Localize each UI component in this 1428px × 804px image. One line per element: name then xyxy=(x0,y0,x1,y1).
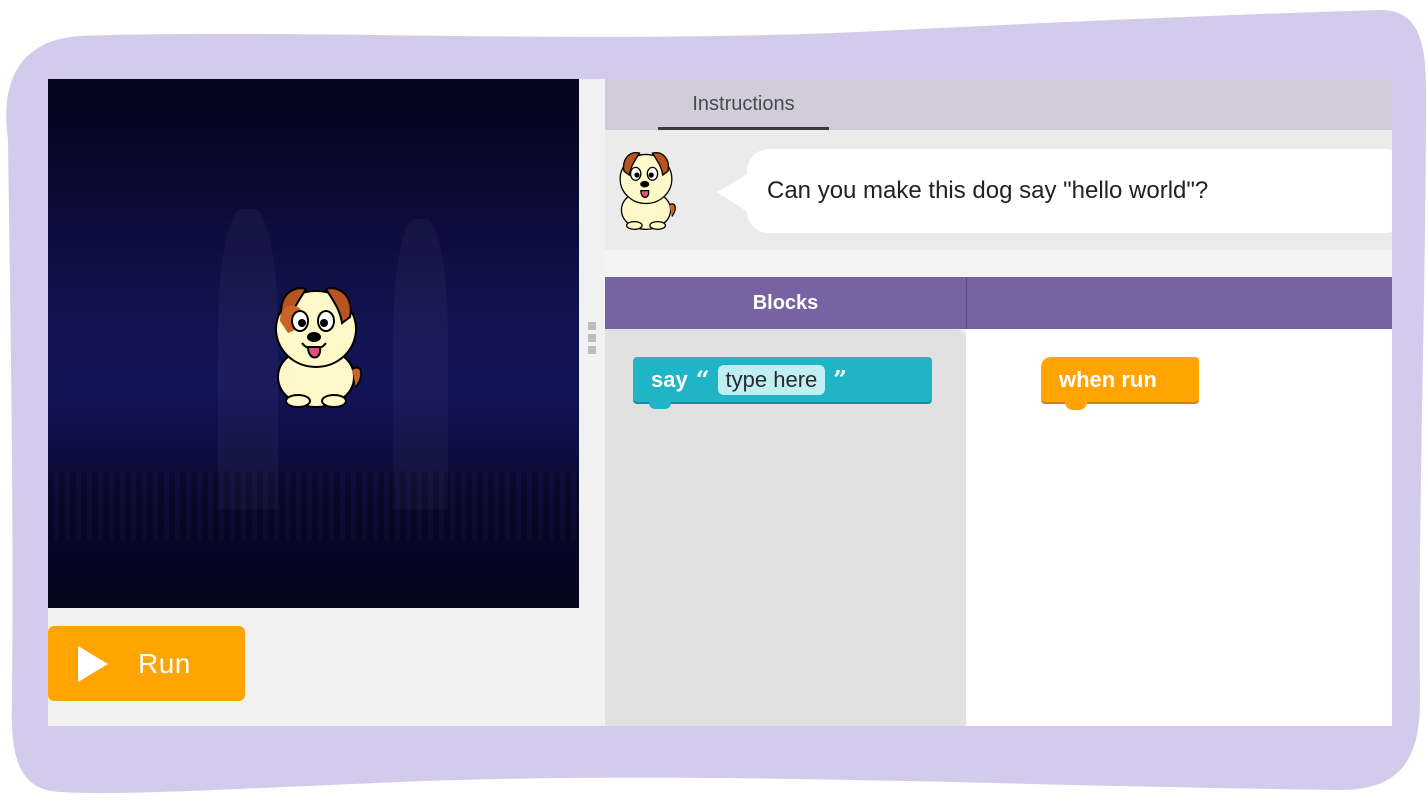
dog-sprite xyxy=(275,287,363,408)
instruction-text: Can you make this dog say "hello world"? xyxy=(767,177,1209,204)
play-stage xyxy=(48,79,579,608)
open-quote: “ xyxy=(695,365,710,394)
speech-bubble-tail xyxy=(717,172,751,214)
run-button[interactable]: Run xyxy=(48,626,245,701)
instructions-panel: Can you make this dog say "hello world"? xyxy=(605,130,1392,250)
speech-bubble: Can you make this dog say "hello world"? xyxy=(747,149,1392,233)
tab-instructions[interactable]: Instructions xyxy=(658,79,829,130)
code-workspace[interactable]: when run xyxy=(966,329,1392,726)
run-button-label: Run xyxy=(138,647,191,679)
blocks-header: Blocks xyxy=(605,277,1392,329)
when-run-block[interactable]: when run xyxy=(1041,357,1199,410)
panel-splitter[interactable] xyxy=(579,79,605,726)
say-text-input[interactable]: type here xyxy=(717,364,826,395)
when-run-label: when run xyxy=(1059,366,1157,392)
play-icon xyxy=(78,645,108,682)
header-divider xyxy=(966,277,967,329)
blocks-title: Blocks xyxy=(752,292,819,314)
panel-gap xyxy=(605,250,1392,277)
block-toolbox: say “ type here ” xyxy=(605,329,966,726)
say-block[interactable]: say “ type here ” xyxy=(633,357,932,409)
say-keyword: say xyxy=(651,366,688,392)
dog-avatar xyxy=(619,151,676,230)
background-tree xyxy=(393,219,448,509)
drag-handle-icon[interactable] xyxy=(588,322,596,358)
close-quote: ” xyxy=(833,365,848,394)
app-window: Run Instructions Can you make this dog s… xyxy=(48,79,1392,726)
instructions-tab-bar: Instructions xyxy=(605,79,1392,130)
background-grass xyxy=(48,471,579,541)
